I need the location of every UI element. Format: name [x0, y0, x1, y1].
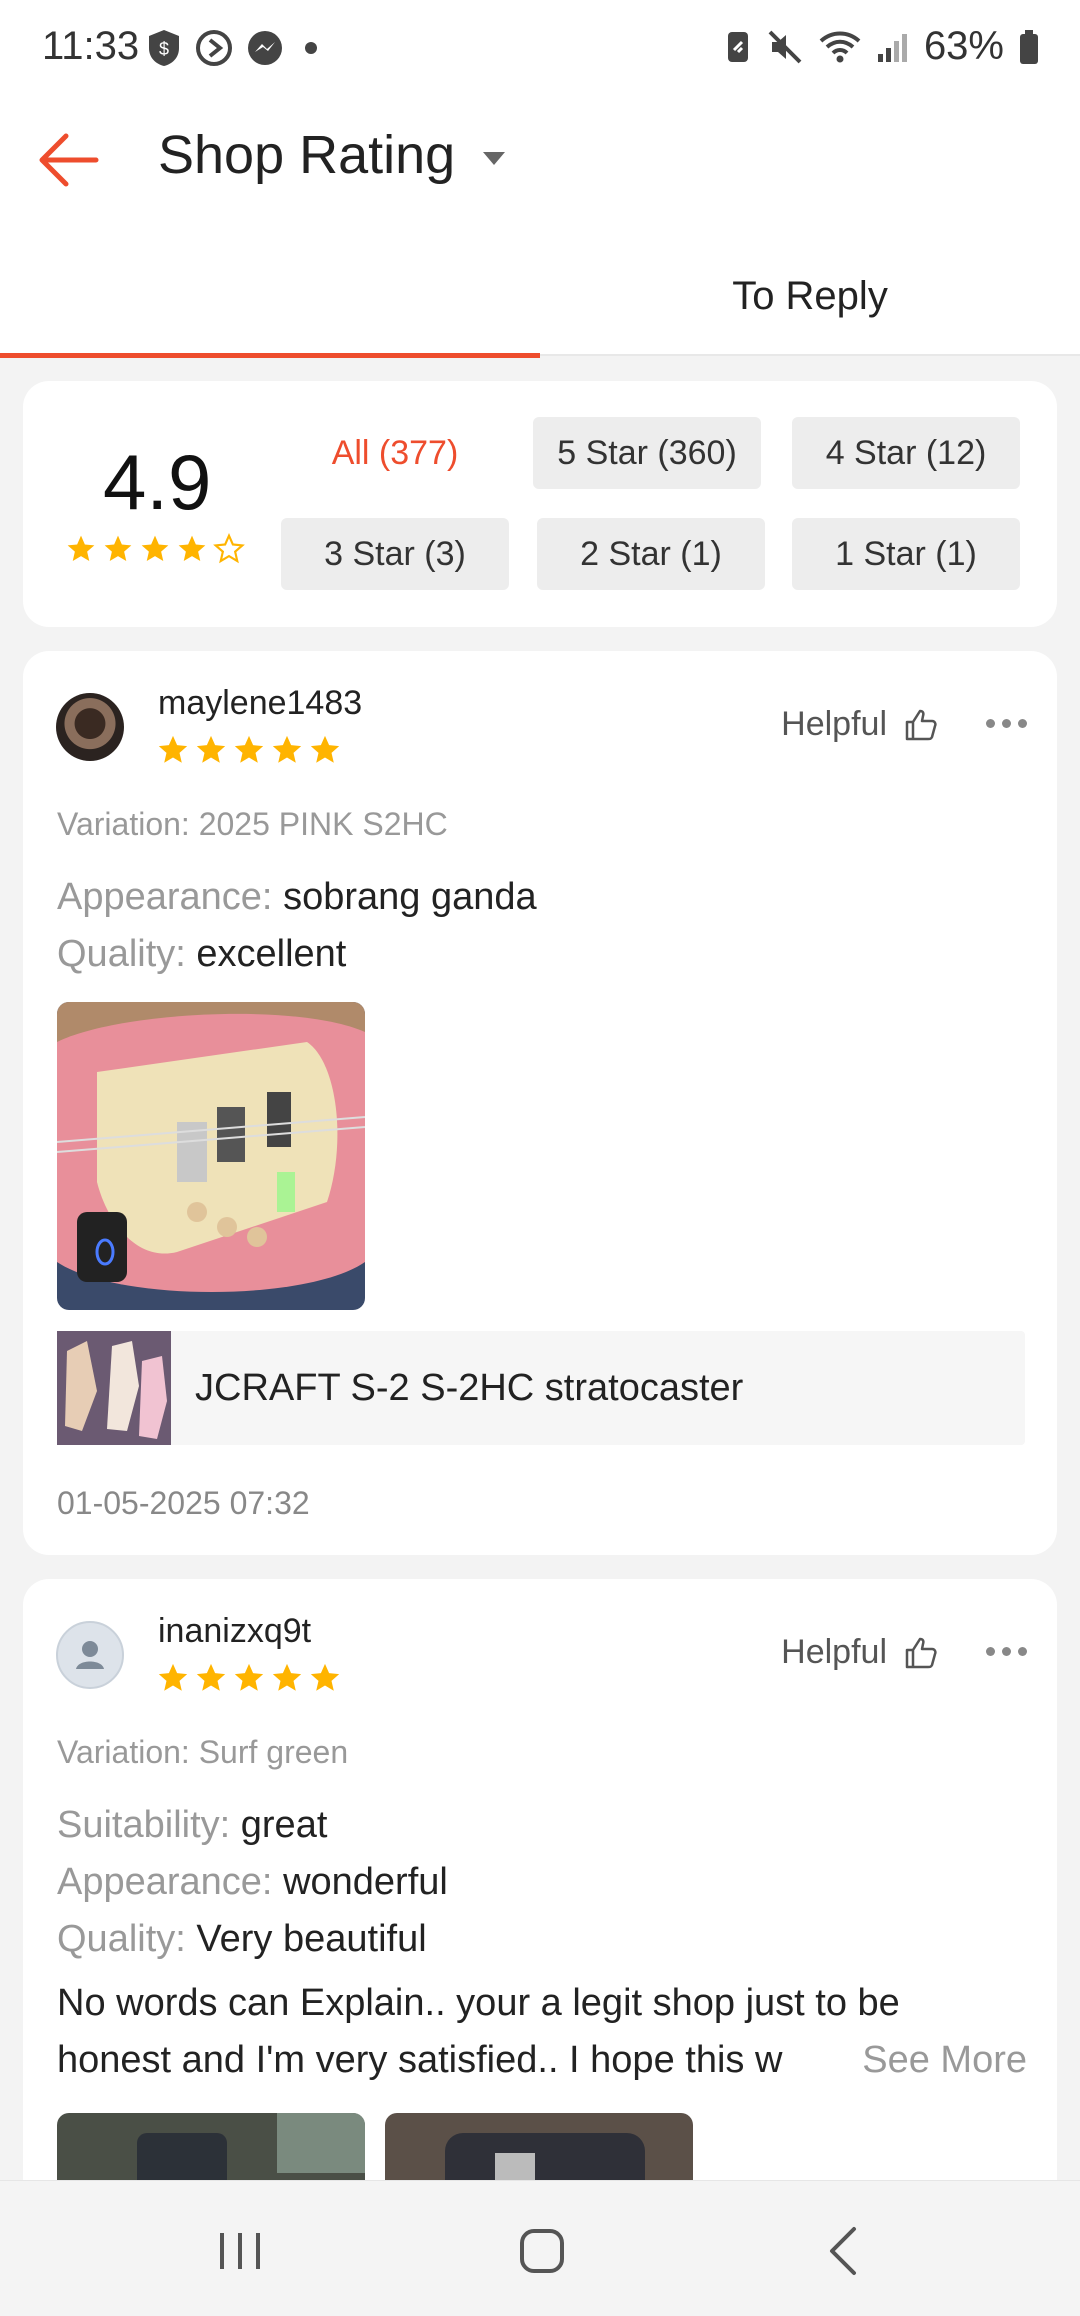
more-options-icon[interactable] [986, 1647, 1027, 1656]
star-filled-icon [234, 735, 264, 763]
attribute-value: wonderful [283, 1861, 448, 1903]
filter-4-star[interactable]: 4 Star (12) [792, 417, 1020, 489]
filter-3-star[interactable]: 3 Star (3) [281, 518, 509, 590]
review-stars [156, 733, 342, 767]
recent-apps-icon[interactable] [210, 2221, 270, 2281]
tab-all[interactable] [0, 236, 540, 358]
review-attribute: Quality: excellent [57, 933, 346, 976]
mute-icon [768, 30, 802, 63]
review-variation: Variation: Surf green [57, 1734, 349, 1770]
svg-text:$: $ [159, 39, 169, 59]
review-variation: Variation: 2025 PINK S2HC [57, 806, 448, 842]
avatar[interactable] [56, 693, 124, 761]
default-user-icon [76, 1641, 104, 1669]
star-filled-icon [67, 535, 95, 561]
star-filled-icon [196, 1663, 226, 1691]
signal-icon [877, 33, 907, 62]
attribute-key: Quality: [57, 933, 186, 975]
review-date: 01-05-2025 07:32 [57, 1485, 310, 1521]
rating-summary-card: 4.9 All (377) 5 Star (360) 4 Star (12) 3… [23, 381, 1057, 627]
star-filled-icon [310, 735, 340, 763]
guitar-thumbnail-image [57, 1331, 171, 1445]
filter-1-star[interactable]: 1 Star (1) [792, 518, 1020, 590]
attribute-value: sobrang ganda [283, 876, 537, 918]
avatar[interactable] [56, 1621, 124, 1689]
star-filled-icon [272, 1663, 302, 1691]
guitar-photo-image [57, 1002, 365, 1310]
back-nav-icon[interactable] [816, 2221, 876, 2281]
star-filled-icon [178, 535, 206, 561]
messenger-icon [248, 31, 282, 65]
review-stars [156, 1661, 342, 1695]
system-nav-bar [0, 2180, 1080, 2316]
star-filled-icon [158, 735, 188, 763]
review-card: maylene1483 Helpful Variation: 2025 PINK… [23, 651, 1057, 1555]
page-title: Shop Rating [158, 125, 456, 185]
attribute-key: Quality: [57, 1918, 186, 1960]
helpful-label: Helpful [781, 705, 887, 743]
star-filled-icon [272, 735, 302, 763]
star-filled-icon [141, 535, 169, 561]
filter-2-star[interactable]: 2 Star (1) [537, 518, 765, 590]
battery-icon [1020, 29, 1038, 64]
dot-icon [305, 42, 317, 54]
product-name: JCRAFT S-2 S-2HC stratocaster [195, 1366, 744, 1409]
star-outline-icon [213, 533, 245, 564]
more-options-icon[interactable] [986, 719, 1027, 728]
attribute-value: Very beautiful [196, 1918, 427, 1960]
star-filled-icon [234, 1663, 264, 1691]
caret-down-icon [483, 151, 506, 165]
attribute-value: excellent [196, 933, 347, 975]
smart-switch-icon [196, 30, 232, 66]
tab-bar: To Reply [0, 236, 1080, 358]
product-thumbnail [57, 1331, 171, 1445]
comment-line: No words can Explain.. your a legit shop… [57, 1982, 900, 2024]
shield-dollar-icon: $ [149, 30, 179, 66]
overall-stars [65, 533, 245, 565]
star-filled-icon [310, 1663, 340, 1691]
helpful-button[interactable]: Helpful [781, 705, 939, 744]
attribute-key: Appearance: [57, 876, 273, 918]
status-right: 63% [724, 24, 1040, 69]
see-more-link[interactable]: See More [862, 2032, 1027, 2089]
star-filled-icon [104, 535, 132, 561]
comment-line: honest and I'm very satisfied.. I hope t… [57, 2032, 1027, 2089]
product-link[interactable]: JCRAFT S-2 S-2HC stratocaster [57, 1331, 1025, 1445]
wifi-icon [819, 31, 861, 62]
battery-saver-icon [727, 31, 748, 62]
attribute-key: Suitability: [57, 1804, 231, 1846]
review-comment: No words can Explain.. your a legit shop… [57, 1975, 1027, 2089]
back-arrow-icon[interactable] [36, 128, 100, 192]
review-attribute: Quality: Very beautiful [57, 1918, 427, 1961]
thumbs-up-icon [905, 1637, 937, 1668]
status-time: 11:33 [42, 24, 140, 68]
star-filled-icon [158, 1663, 188, 1691]
star-filled-icon [196, 735, 226, 763]
filter-all[interactable]: All (377) [281, 417, 509, 489]
tab-to-reply-label: To Reply [732, 273, 888, 318]
overall-score: 4.9 [103, 438, 212, 526]
tab-to-reply[interactable]: To Reply [540, 236, 1080, 356]
comment-text: honest and I'm very satisfied.. I hope t… [57, 2039, 783, 2081]
active-tab-indicator [0, 353, 540, 358]
review-attribute: Suitability: great [57, 1804, 327, 1847]
helpful-label: Helpful [781, 1633, 887, 1671]
app-header: Shop Rating [0, 96, 1080, 236]
attribute-key: Appearance: [57, 1861, 273, 1903]
attribute-value: great [240, 1804, 328, 1846]
review-attribute: Appearance: wonderful [57, 1861, 448, 1904]
status-bar: 11:33 $ 63% [0, 0, 1080, 96]
page-title-dropdown[interactable]: Shop Rating [158, 124, 506, 186]
review-photo[interactable] [57, 1002, 365, 1310]
reviewer-username[interactable]: maylene1483 [158, 684, 362, 723]
thumbs-up-icon [905, 709, 937, 740]
home-icon[interactable] [512, 2221, 572, 2281]
filter-5-star[interactable]: 5 Star (360) [533, 417, 761, 489]
battery-percent: 63% [923, 24, 1004, 68]
reviewer-username[interactable]: inanizxq9t [158, 1612, 311, 1651]
status-left-icons: $ [146, 28, 326, 68]
helpful-button[interactable]: Helpful [781, 1633, 939, 1672]
review-attribute: Appearance: sobrang ganda [57, 876, 537, 919]
